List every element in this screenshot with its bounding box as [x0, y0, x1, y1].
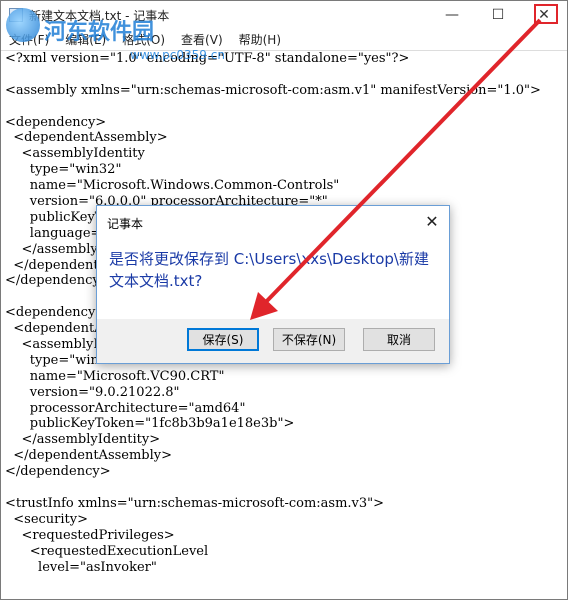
editor-line: level="asInvoker": [5, 559, 157, 575]
dialog-footer: 保存(S) 不保存(N) 取消: [97, 319, 449, 363]
editor-line: name="Microsoft.VC90.CRT": [5, 368, 225, 384]
dialog-title: 记事本: [107, 217, 144, 231]
cancel-button[interactable]: 取消: [363, 328, 435, 351]
editor-line: <requestedExecutionLevel: [5, 543, 209, 559]
menu-format[interactable]: 格式(O): [114, 31, 173, 48]
editor-line: processorArchitecture="amd64": [5, 400, 246, 416]
maximize-button[interactable]: ☐: [475, 1, 521, 29]
editor-line: <?xml version="1.0" encoding="UTF-8" sta…: [5, 51, 410, 66]
dialog-message: 是否将更改保存到 C:\Users\xxs\Desktop\新建文本文档.txt…: [109, 250, 429, 290]
editor-line: <assembly xmlns="urn:schemas-microsoft-c…: [5, 82, 541, 98]
editor-line: </dependentAssembly>: [5, 448, 173, 464]
minimize-button[interactable]: —: [429, 1, 475, 29]
menu-bar: 文件(F) 编辑(E) 格式(O) 查看(V) 帮助(H): [1, 29, 567, 49]
editor-line: <dependency>: [5, 114, 107, 130]
editor-line: <dependentAssembly>: [5, 130, 168, 146]
editor-line: <trustInfo xmlns="urn:schemas-microsoft-…: [5, 495, 385, 511]
dialog-close-button[interactable]: ✕: [421, 210, 443, 232]
dont-save-button[interactable]: 不保存(N): [273, 328, 345, 351]
editor-line: version="9.0.21022.8": [5, 384, 180, 400]
menu-edit[interactable]: 编辑(E): [57, 31, 114, 48]
editor-line: type="win32": [5, 162, 122, 178]
save-dialog: 记事本 ✕ 是否将更改保存到 C:\Users\xxs\Desktop\新建文本…: [96, 205, 450, 364]
close-highlight-box: [534, 4, 558, 24]
menu-file[interactable]: 文件(F): [1, 31, 57, 48]
save-button[interactable]: 保存(S): [187, 328, 259, 351]
editor-line: </dependency>: [5, 464, 111, 480]
editor-line: </assemblyIdentity>: [5, 432, 161, 448]
editor-line: publicKeyToken="1fc8b3b9a1e18e3b">: [5, 416, 295, 432]
editor-line: <assemblyIdentity: [5, 146, 145, 162]
editor-line: <security>: [5, 511, 89, 527]
menu-help[interactable]: 帮助(H): [231, 31, 289, 48]
window-title: 新建文本文档.txt - 记事本: [29, 9, 170, 23]
editor-line: name="Microsoft.Windows.Common-Controls": [5, 178, 340, 194]
menu-view[interactable]: 查看(V): [173, 31, 231, 48]
title-bar[interactable]: 新建文本文档.txt - 记事本 — ☐ ✕: [1, 1, 567, 29]
notepad-icon: [9, 8, 23, 22]
editor-line: <requestedPrivileges>: [5, 527, 175, 543]
